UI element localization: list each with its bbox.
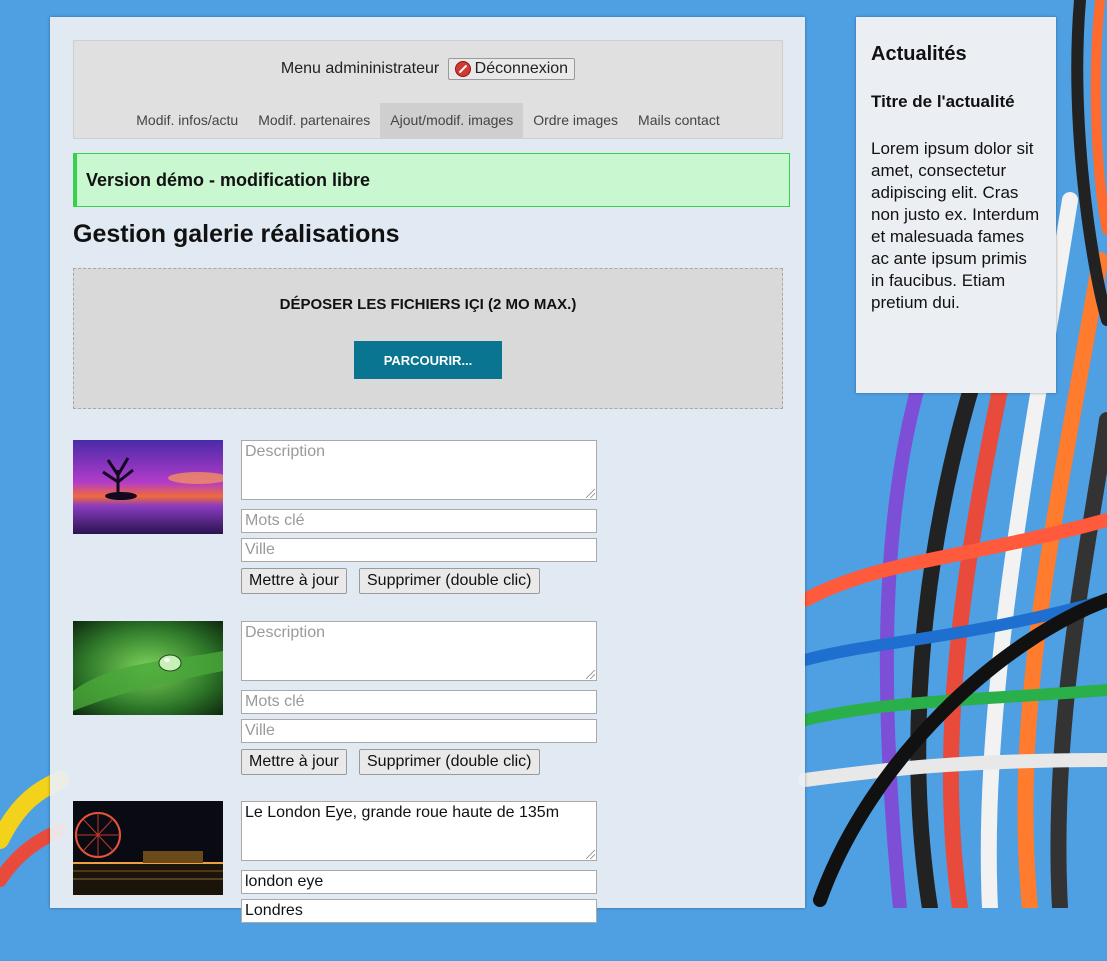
demo-banner: Version démo - modification libre [73,153,790,207]
tab-ordre-images[interactable]: Ordre images [523,103,628,138]
keywords-field[interactable] [241,509,597,533]
tab-ajout-modif-images[interactable]: Ajout/modif. images [380,103,524,138]
thumbnail-image [73,621,223,715]
delete-button[interactable]: Supprimer (double clic) [359,568,540,594]
logout-label: Déconnexion [474,60,569,77]
description-field[interactable] [241,621,597,681]
keywords-field[interactable] [241,870,597,894]
admin-menu-title: Menu admininistrateur [280,60,440,77]
news-heading: Actualités [871,43,967,65]
tab-modif-infos-actu[interactable]: Modif. infos/actu [126,103,248,138]
admin-tabs: Modif. infos/actu Modif. partenaires Ajo… [74,103,782,138]
resize-handle-icon[interactable] [586,670,595,679]
browse-button[interactable]: PARCOURIR... [354,341,502,379]
delete-button[interactable]: Supprimer (double clic) [359,749,540,775]
gallery-item: Le London Eye, grande roue haute de 135m [73,801,781,961]
resize-handle-icon[interactable] [586,850,595,859]
news-item-body: Lorem ipsum dolor sit amet, consectetur … [871,139,1040,312]
city-field[interactable] [241,538,597,562]
update-button[interactable]: Mettre à jour [241,568,347,594]
description-field[interactable] [241,440,597,500]
logout-button[interactable]: Déconnexion [447,58,576,80]
keywords-field[interactable] [241,690,597,714]
city-field[interactable] [241,899,597,923]
main-panel: Menu admininistrateur Déconnexion Modif.… [50,17,805,923]
tab-mails-contact[interactable]: Mails contact [628,103,730,138]
file-dropzone[interactable]: DÉPOSER LES FICHIERS IÇI (2 MO MAX.) PAR… [73,268,783,409]
gallery-item: Mettre à jour Supprimer (double clic) [73,621,781,781]
news-item-title: Titre de l'actualité [871,92,1015,111]
admin-menu: Menu admininistrateur Déconnexion Modif.… [73,40,783,139]
thumbnail-image [73,440,223,534]
page-title: Gestion galerie réalisations [73,220,400,248]
logout-icon [454,61,471,77]
dropzone-label: DÉPOSER LES FICHIERS IÇI (2 MO MAX.) [279,296,577,313]
resize-handle-icon[interactable] [586,489,595,498]
thumbnail-image [73,801,223,895]
gallery-item: Mettre à jour Supprimer (double clic) [73,440,781,600]
tab-modif-partenaires[interactable]: Modif. partenaires [248,103,380,138]
news-panel: Actualités Titre de l'actualité Lorem ip… [856,17,1056,393]
update-button[interactable]: Mettre à jour [241,749,347,775]
city-field[interactable] [241,719,597,743]
description-field[interactable]: Le London Eye, grande roue haute de 135m [241,801,597,861]
